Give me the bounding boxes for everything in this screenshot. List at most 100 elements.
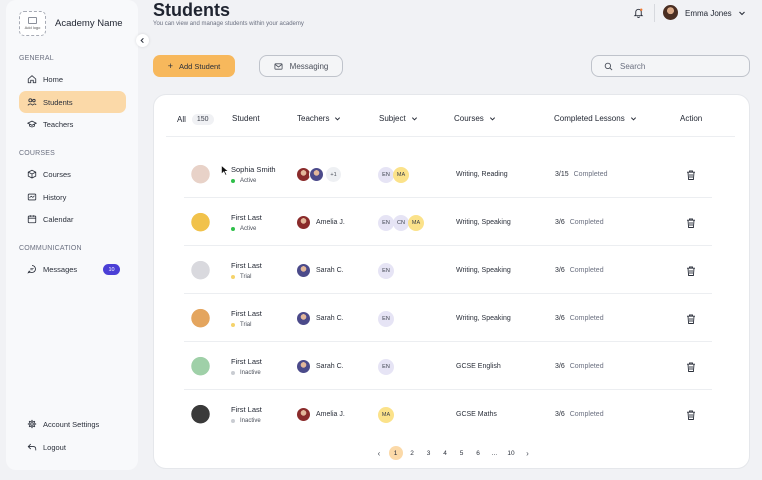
column-teachers[interactable]: Teachers — [297, 114, 341, 123]
page-button[interactable]: 6 — [471, 446, 485, 460]
column-student: Student — [232, 114, 260, 123]
sidebar-item-account-settings[interactable]: Account Settings — [19, 413, 126, 435]
lessons-count: 3/6 — [555, 315, 565, 322]
course-cell: Writing, Speaking — [456, 315, 511, 322]
search-box[interactable] — [591, 55, 750, 77]
page-button[interactable]: 3 — [422, 446, 436, 460]
status-dot — [231, 371, 235, 375]
student-avatar — [187, 162, 214, 189]
graduation-cap-icon — [27, 120, 37, 128]
trash-icon[interactable] — [685, 217, 697, 229]
chevron-left-icon — [140, 37, 144, 44]
messaging-button[interactable]: Messaging — [259, 55, 343, 77]
chevron-down-icon — [630, 117, 636, 121]
student-name[interactable]: First Last — [231, 405, 262, 414]
sidebar-item-label: Account Settings — [43, 419, 100, 429]
sidebar-item-history[interactable]: History — [19, 186, 126, 208]
student-name[interactable]: First Last — [231, 213, 262, 222]
sidebar-item-students[interactable]: Students — [19, 91, 126, 113]
bell-icon[interactable] — [633, 7, 644, 18]
teacher-avatar — [296, 311, 311, 326]
status-badge: Inactive — [231, 418, 261, 424]
table-row[interactable]: First Last Inactive Sarah C. EN GCSE Eng… — [154, 342, 751, 390]
page-button[interactable]: 10 — [504, 446, 518, 460]
search-input[interactable] — [620, 61, 740, 71]
calendar-icon — [27, 215, 37, 224]
add-student-button[interactable]: + Add Student — [153, 55, 235, 77]
status-badge: Trial — [231, 322, 251, 328]
trash-icon[interactable] — [685, 169, 697, 181]
collapse-sidebar-button[interactable] — [136, 34, 149, 47]
sidebar-item-courses[interactable]: Courses — [19, 163, 126, 185]
completed-label: Completed — [569, 363, 604, 370]
page-title: Students — [153, 0, 231, 20]
subjects-cell: EN — [378, 311, 394, 327]
header-divider — [654, 4, 655, 22]
trash-icon[interactable] — [685, 361, 697, 373]
sidebar-item-messages[interactable]: Messages 10 — [19, 258, 126, 280]
students-icon — [27, 98, 37, 106]
student-name[interactable]: First Last — [231, 357, 262, 366]
sidebar-item-teachers[interactable]: Teachers — [19, 113, 126, 135]
subjects-cell: MA — [378, 407, 394, 423]
sidebar-item-home[interactable]: Home — [19, 68, 126, 90]
academy-name: Academy Name — [55, 18, 123, 29]
completed-lessons-cell: 3/6 Completed — [555, 411, 604, 418]
teacher-name: Sarah C. — [316, 363, 344, 370]
subject-chip: EN — [378, 359, 394, 375]
column-subject[interactable]: Subject — [379, 114, 418, 123]
envelope-icon — [274, 62, 283, 70]
page-button[interactable]: 4 — [438, 446, 452, 460]
column-courses[interactable]: Courses — [454, 114, 496, 123]
column-completed-lessons[interactable]: Completed Lessons — [554, 114, 637, 123]
avatar[interactable] — [663, 5, 678, 20]
table-row[interactable]: First Last Active Amelia J. EN CN MA Writi… — [154, 198, 751, 246]
image-icon — [28, 17, 37, 24]
sidebar-item-calendar[interactable]: Calendar — [19, 208, 126, 230]
more-teachers-badge[interactable]: +1 — [326, 167, 341, 182]
student-name[interactable]: First Last — [231, 261, 262, 270]
sidebar-item-logout[interactable]: Logout — [19, 436, 126, 458]
user-name[interactable]: Emma Jones — [685, 9, 732, 18]
chevron-down-icon[interactable] — [738, 9, 746, 17]
student-name[interactable]: First Last — [231, 309, 262, 318]
page-button[interactable]: 1 — [388, 446, 403, 460]
subject-chip: EN — [378, 167, 394, 183]
status-badge: Active — [231, 178, 256, 184]
subject-chip: MA — [408, 215, 424, 231]
chevron-down-icon — [489, 117, 495, 121]
course-cell: GCSE Maths — [456, 411, 497, 418]
teacher-name: Sarah C. — [316, 315, 344, 322]
trash-icon[interactable] — [685, 265, 697, 277]
table-row[interactable]: First Last Trial Sarah C. EN Writing, Sp… — [154, 246, 751, 294]
page-button[interactable]: 2 — [405, 446, 419, 460]
filter-all[interactable]: All 150 — [177, 114, 214, 125]
table-row[interactable]: First Last Inactive Amelia J. MA GCSE Ma… — [154, 390, 751, 438]
page-button[interactable]: 5 — [455, 446, 469, 460]
student-avatar — [187, 402, 214, 429]
pagination: ‹ 1 2 3 4 5 6... 10 › — [372, 446, 537, 460]
sidebar-item-label: Students — [43, 97, 73, 107]
subject-chip: EN — [378, 263, 394, 279]
status-label: Inactive — [240, 370, 261, 376]
header-divider — [166, 136, 735, 137]
trash-icon[interactable] — [685, 409, 697, 421]
column-completed-label: Completed Lessons — [554, 114, 625, 123]
prev-page-button[interactable]: ‹ — [372, 446, 386, 460]
teacher-name: Sarah C. — [316, 267, 344, 274]
sidebar-item-label: History — [43, 192, 67, 202]
teachers-cell: Sarah C. — [296, 263, 344, 278]
table-row[interactable]: Sophia Smith Active +1 EN MA Writing, Rea… — [154, 150, 751, 198]
completed-lessons-cell: 3/6 Completed — [555, 363, 604, 370]
student-name[interactable]: Sophia Smith — [231, 165, 276, 174]
teacher-name: Amelia J. — [316, 219, 345, 226]
section-courses: COURSES — [19, 150, 56, 157]
status-dot — [231, 275, 235, 279]
add-logo-button[interactable]: Add logo — [19, 11, 46, 36]
teacher-avatar — [296, 215, 311, 230]
next-page-button[interactable]: › — [521, 446, 535, 460]
trash-icon[interactable] — [685, 313, 697, 325]
teacher-avatar — [296, 263, 311, 278]
column-teachers-label: Teachers — [297, 114, 330, 123]
table-row[interactable]: First Last Trial Sarah C. EN Writing, Sp… — [154, 294, 751, 342]
